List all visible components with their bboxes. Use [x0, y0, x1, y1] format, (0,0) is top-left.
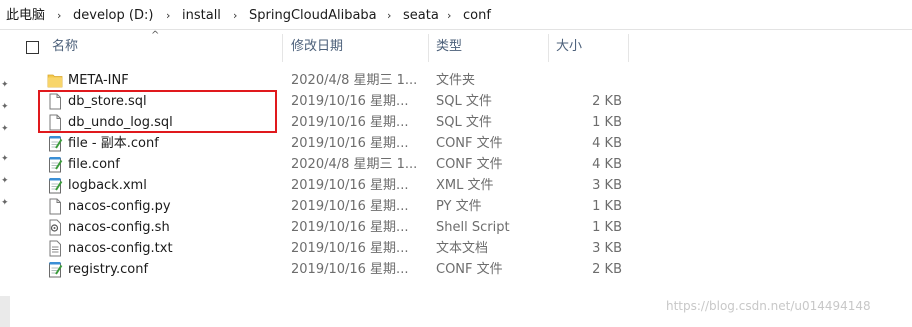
sort-ascending-icon: ^ [151, 30, 160, 41]
column-header: ^ 名称 修改日期 类型 大小 [10, 30, 912, 64]
address-bar[interactable]: 此电脑 › develop (D:) › install › SpringClo… [0, 0, 912, 30]
file-size: 1 KB [592, 220, 622, 235]
file-type: CONF 文件 [436, 262, 503, 277]
column-divider[interactable] [628, 34, 629, 62]
breadcrumb-item-drive[interactable]: develop (D:) [73, 7, 153, 24]
file-type: Shell Script [436, 220, 510, 235]
file-type: 文件夹 [436, 73, 476, 88]
file-date: 2019/10/16 星期... [291, 241, 409, 256]
pin-icon[interactable]: ✦ [1, 124, 9, 134]
file-type: SQL 文件 [436, 94, 492, 109]
notepad-icon [49, 262, 63, 278]
file-name[interactable]: nacos-config.py [68, 196, 171, 217]
file-name[interactable]: nacos-config.sh [68, 217, 170, 238]
breadcrumb-chevron-icon[interactable]: › [166, 8, 170, 23]
column-header-date[interactable]: 修改日期 [291, 30, 343, 64]
pin-icon[interactable]: ✦ [1, 154, 9, 164]
file-date: 2020/4/8 星期三 1... [291, 157, 418, 172]
file-date: 2019/10/16 星期... [291, 178, 409, 193]
file-row[interactable]: nacos-config.sh 2019/10/16 星期... Shell S… [10, 217, 650, 238]
file-row[interactable]: file.conf 2020/4/8 星期三 1... CONF 文件 4 KB [10, 154, 650, 175]
file-name[interactable]: logback.xml [68, 175, 147, 196]
file-date: 2019/10/16 星期... [291, 262, 409, 277]
column-header-type[interactable]: 类型 [436, 30, 462, 64]
file-date: 2020/4/8 星期三 1... [291, 73, 418, 88]
column-divider[interactable] [282, 34, 283, 62]
annotation-highlight-box [38, 90, 277, 133]
file-type: CONF 文件 [436, 136, 503, 151]
column-divider[interactable] [548, 34, 549, 62]
file-type: CONF 文件 [436, 157, 503, 172]
file-name[interactable]: file - 副本.conf [68, 133, 159, 154]
watermark-text: https://blog.csdn.net/u014494148 [666, 299, 871, 313]
file-name[interactable]: file.conf [68, 154, 120, 175]
file-size: 3 KB [592, 241, 622, 256]
file-row[interactable]: nacos-config.py 2019/10/16 星期... PY 文件 1… [10, 196, 650, 217]
file-row[interactable]: registry.conf 2019/10/16 星期... CONF 文件 2… [10, 259, 650, 280]
file-size: 3 KB [592, 178, 622, 193]
select-all-checkbox[interactable] [26, 41, 39, 54]
file-date: 2019/10/16 星期... [291, 199, 409, 214]
file-row[interactable]: nacos-config.txt 2019/10/16 星期... 文本文档 3… [10, 238, 650, 259]
file-date: 2019/10/16 星期... [291, 220, 409, 235]
pin-icon[interactable]: ✦ [1, 198, 9, 208]
navigation-pane-scrollbar[interactable] [0, 296, 10, 327]
breadcrumb-item-springcloudalibaba[interactable]: SpringCloudAlibaba [249, 7, 377, 24]
file-type: SQL 文件 [436, 115, 492, 130]
file-size [550, 70, 622, 91]
pin-icon[interactable]: ✦ [1, 176, 9, 186]
breadcrumb-chevron-icon[interactable]: › [233, 8, 237, 23]
breadcrumb-chevron-icon[interactable]: › [447, 8, 451, 23]
file-size: 2 KB [592, 94, 622, 109]
file-type: PY 文件 [436, 199, 482, 214]
file-date: 2019/10/16 星期... [291, 94, 409, 109]
file-size: 1 KB [592, 115, 622, 130]
file-size: 4 KB [592, 157, 622, 172]
pin-icon[interactable]: ✦ [1, 80, 9, 90]
breadcrumb-item-install[interactable]: install [182, 7, 221, 24]
file-size: 2 KB [592, 262, 622, 277]
file-name[interactable]: registry.conf [68, 259, 148, 280]
file-name[interactable]: META-INF [68, 70, 129, 91]
folder-icon [47, 74, 63, 88]
notepad-icon [49, 136, 63, 152]
breadcrumb-item-this-pc[interactable]: 此电脑 [6, 7, 45, 24]
file-row[interactable]: file - 副本.conf 2019/10/16 星期... CONF 文件 … [10, 133, 650, 154]
file-date: 2019/10/16 星期... [291, 136, 409, 151]
text-document-icon [49, 240, 61, 257]
column-header-name[interactable]: 名称 [52, 30, 78, 64]
breadcrumb-item-conf[interactable]: conf [463, 7, 491, 24]
notepad-icon [49, 157, 63, 173]
document-icon [49, 198, 61, 215]
navigation-pane[interactable]: ✦ ✦ ✦ ✦ ✦ ✦ [0, 30, 10, 327]
column-header-size[interactable]: 大小 [556, 30, 582, 64]
file-name[interactable]: nacos-config.txt [68, 238, 173, 259]
file-type: 文本文档 [436, 241, 489, 256]
file-size: 4 KB [592, 136, 622, 151]
script-icon [49, 219, 61, 236]
breadcrumb-chevron-icon[interactable]: › [387, 8, 391, 23]
breadcrumb-item-seata[interactable]: seata [403, 7, 439, 24]
file-row[interactable]: META-INF 2020/4/8 星期三 1... 文件夹 [10, 70, 650, 91]
file-date: 2019/10/16 星期... [291, 115, 409, 130]
column-divider[interactable] [428, 34, 429, 62]
breadcrumb-chevron-icon[interactable]: › [57, 8, 61, 23]
pin-icon[interactable]: ✦ [1, 102, 9, 112]
file-size: 1 KB [592, 199, 622, 214]
notepad-icon [49, 178, 63, 194]
file-type: XML 文件 [436, 178, 494, 193]
file-row[interactable]: logback.xml 2019/10/16 星期... XML 文件 3 KB [10, 175, 650, 196]
